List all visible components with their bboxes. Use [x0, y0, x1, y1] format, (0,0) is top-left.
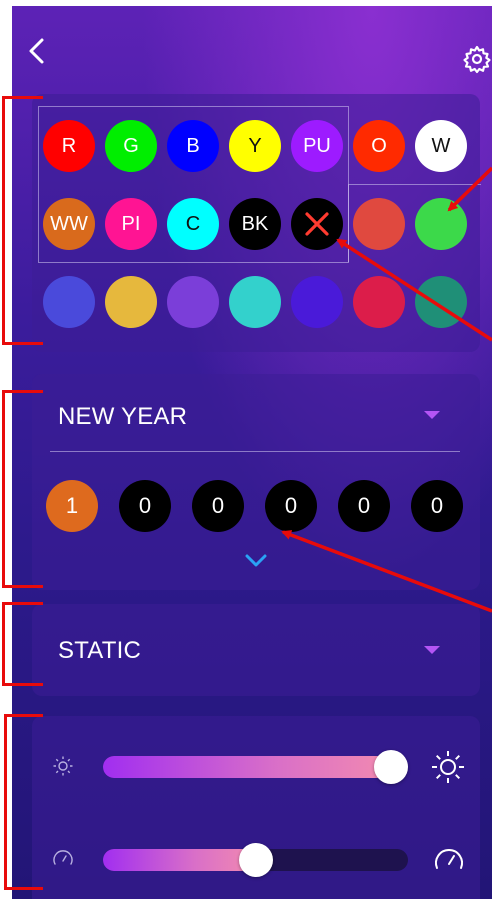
close-icon — [305, 212, 329, 236]
effect-title[interactable]: STATIC — [58, 637, 141, 665]
sequence-step-3[interactable]: 0 — [192, 480, 244, 532]
speed-fill — [103, 849, 256, 871]
custom-color-slot[interactable] — [353, 198, 405, 250]
chevron-down-icon[interactable] — [245, 554, 267, 568]
gear-icon[interactable] — [462, 44, 492, 74]
app-screen: R G B Y PU O W WW PI C BK NEW YEAR 100000 STATIC — [12, 6, 492, 899]
annotation-bracket-sliders — [4, 714, 43, 890]
annotation-bracket-mode — [2, 390, 43, 588]
custom-color-slot[interactable] — [167, 276, 219, 328]
brightness-thumb[interactable] — [374, 750, 408, 784]
color-preset-w[interactable]: W — [415, 120, 467, 172]
clear-color-button[interactable] — [291, 198, 343, 250]
sequence-step-2[interactable]: 0 — [119, 480, 171, 532]
color-preset-o[interactable]: O — [353, 120, 405, 172]
color-preset-pu[interactable]: PU — [291, 120, 343, 172]
color-preset-bk[interactable]: BK — [229, 198, 281, 250]
speed-slider[interactable] — [103, 843, 408, 877]
custom-color-slot[interactable] — [229, 276, 281, 328]
annotation-bracket-palette — [2, 96, 43, 345]
speedometer-small-icon — [53, 850, 73, 865]
sun-small-icon — [53, 756, 73, 776]
color-preset-pi[interactable]: PI — [105, 198, 157, 250]
brightness-fill — [103, 756, 391, 778]
custom-color-slot[interactable] — [43, 276, 95, 328]
color-preset-y[interactable]: Y — [229, 120, 281, 172]
speedometer-large-icon — [435, 849, 463, 869]
color-preset-g[interactable]: G — [105, 120, 157, 172]
annotation-bracket-effect — [2, 602, 43, 686]
custom-color-slot[interactable] — [415, 198, 467, 250]
custom-color-slot[interactable] — [415, 276, 467, 328]
sequence-step-1[interactable]: 1 — [46, 480, 98, 532]
sequence-step-6[interactable]: 0 — [411, 480, 463, 532]
effect-dropdown-caret-icon[interactable] — [424, 646, 440, 654]
sequence-step-5[interactable]: 0 — [338, 480, 390, 532]
speed-thumb[interactable] — [238, 843, 273, 877]
color-palette-panel: R G B Y PU O W WW PI C BK — [32, 94, 481, 352]
sliders-panel — [32, 716, 480, 899]
color-preset-b[interactable]: B — [167, 120, 219, 172]
color-preset-c[interactable]: C — [167, 198, 219, 250]
custom-color-slot[interactable] — [291, 276, 343, 328]
sun-large-icon — [432, 751, 464, 783]
back-button[interactable] — [22, 36, 52, 66]
brightness-slider[interactable] — [103, 750, 408, 784]
color-preset-r[interactable]: R — [43, 120, 95, 172]
sequence-step-4[interactable]: 0 — [265, 480, 317, 532]
mode-panel: NEW YEAR 100000 — [32, 374, 480, 590]
color-preset-ww[interactable]: WW — [43, 198, 95, 250]
custom-color-slot[interactable] — [105, 276, 157, 328]
mode-divider — [50, 451, 460, 452]
mode-title[interactable]: NEW YEAR — [58, 403, 187, 431]
effect-panel: STATIC — [32, 604, 480, 696]
custom-color-slot[interactable] — [353, 276, 405, 328]
mode-dropdown-caret-icon[interactable] — [424, 411, 440, 419]
